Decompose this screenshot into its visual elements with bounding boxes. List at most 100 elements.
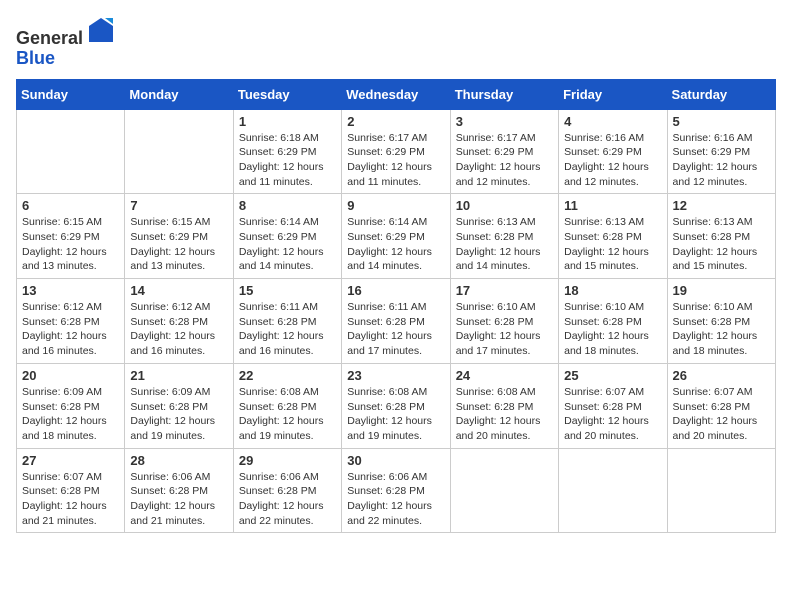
calendar-cell: 3 Sunrise: 6:17 AM Sunset: 6:29 PM Daylig… — [450, 109, 558, 194]
calendar-week-row: 6 Sunrise: 6:15 AM Sunset: 6:29 PM Daylig… — [17, 194, 776, 279]
day-info: Sunrise: 6:14 AM Sunset: 6:29 PM Dayligh… — [239, 215, 336, 274]
weekday-header-tuesday: Tuesday — [233, 79, 341, 109]
weekday-header-monday: Monday — [125, 79, 233, 109]
day-number: 25 — [564, 368, 661, 383]
weekday-header-saturday: Saturday — [667, 79, 775, 109]
day-info: Sunrise: 6:10 AM Sunset: 6:28 PM Dayligh… — [564, 300, 661, 359]
day-info: Sunrise: 6:16 AM Sunset: 6:29 PM Dayligh… — [673, 131, 770, 190]
logo-blue-text: Blue — [16, 48, 55, 68]
calendar-cell: 9 Sunrise: 6:14 AM Sunset: 6:29 PM Daylig… — [342, 194, 450, 279]
weekday-header-friday: Friday — [559, 79, 667, 109]
day-number: 13 — [22, 283, 119, 298]
day-info: Sunrise: 6:08 AM Sunset: 6:28 PM Dayligh… — [347, 385, 444, 444]
calendar-cell: 29 Sunrise: 6:06 AM Sunset: 6:28 PM Dayli… — [233, 448, 341, 533]
day-number: 14 — [130, 283, 227, 298]
day-info: Sunrise: 6:13 AM Sunset: 6:28 PM Dayligh… — [564, 215, 661, 274]
day-number: 19 — [673, 283, 770, 298]
day-number: 20 — [22, 368, 119, 383]
day-info: Sunrise: 6:08 AM Sunset: 6:28 PM Dayligh… — [239, 385, 336, 444]
calendar-cell: 10 Sunrise: 6:13 AM Sunset: 6:28 PM Dayli… — [450, 194, 558, 279]
day-info: Sunrise: 6:13 AM Sunset: 6:28 PM Dayligh… — [456, 215, 553, 274]
day-number: 6 — [22, 198, 119, 213]
logo: General Blue — [16, 16, 115, 69]
day-number: 26 — [673, 368, 770, 383]
page-header: General Blue — [16, 16, 776, 69]
day-info: Sunrise: 6:06 AM Sunset: 6:28 PM Dayligh… — [239, 470, 336, 529]
calendar-week-row: 13 Sunrise: 6:12 AM Sunset: 6:28 PM Dayli… — [17, 279, 776, 364]
day-info: Sunrise: 6:07 AM Sunset: 6:28 PM Dayligh… — [564, 385, 661, 444]
day-number: 8 — [239, 198, 336, 213]
day-number: 10 — [456, 198, 553, 213]
calendar-cell: 2 Sunrise: 6:17 AM Sunset: 6:29 PM Daylig… — [342, 109, 450, 194]
calendar-cell: 22Sunrise: 6:08 AM Sunset: 6:28 PM Dayli… — [233, 363, 341, 448]
day-info: Sunrise: 6:11 AM Sunset: 6:28 PM Dayligh… — [347, 300, 444, 359]
calendar-cell: 14Sunrise: 6:12 AM Sunset: 6:28 PM Dayli… — [125, 279, 233, 364]
weekday-header-row: SundayMondayTuesdayWednesdayThursdayFrid… — [17, 79, 776, 109]
day-info: Sunrise: 6:08 AM Sunset: 6:28 PM Dayligh… — [456, 385, 553, 444]
weekday-header-sunday: Sunday — [17, 79, 125, 109]
day-number: 23 — [347, 368, 444, 383]
day-number: 29 — [239, 453, 336, 468]
calendar-cell: 27 Sunrise: 6:07 AM Sunset: 6:28 PM Dayli… — [17, 448, 125, 533]
calendar-cell: 30 Sunrise: 6:06 AM Sunset: 6:28 PM Dayli… — [342, 448, 450, 533]
day-number: 9 — [347, 198, 444, 213]
day-info: Sunrise: 6:15 AM Sunset: 6:29 PM Dayligh… — [130, 215, 227, 274]
day-info: Sunrise: 6:17 AM Sunset: 6:29 PM Dayligh… — [347, 131, 444, 190]
calendar-cell: 19 Sunrise: 6:10 AM Sunset: 6:28 PM Dayli… — [667, 279, 775, 364]
calendar-cell — [559, 448, 667, 533]
day-number: 15 — [239, 283, 336, 298]
day-number: 4 — [564, 114, 661, 129]
calendar-cell: 11 Sunrise: 6:13 AM Sunset: 6:28 PM Dayli… — [559, 194, 667, 279]
day-number: 28 — [130, 453, 227, 468]
day-number: 27 — [22, 453, 119, 468]
calendar-cell — [450, 448, 558, 533]
day-number: 3 — [456, 114, 553, 129]
calendar-cell: 5 Sunrise: 6:16 AM Sunset: 6:29 PM Daylig… — [667, 109, 775, 194]
day-info: Sunrise: 6:17 AM Sunset: 6:29 PM Dayligh… — [456, 131, 553, 190]
day-info: Sunrise: 6:14 AM Sunset: 6:29 PM Dayligh… — [347, 215, 444, 274]
calendar-cell — [17, 109, 125, 194]
calendar-cell: 23 Sunrise: 6:08 AM Sunset: 6:28 PM Dayli… — [342, 363, 450, 448]
calendar-cell: 25 Sunrise: 6:07 AM Sunset: 6:28 PM Dayli… — [559, 363, 667, 448]
calendar-cell: 16 Sunrise: 6:11 AM Sunset: 6:28 PM Dayli… — [342, 279, 450, 364]
day-info: Sunrise: 6:06 AM Sunset: 6:28 PM Dayligh… — [347, 470, 444, 529]
day-number: 7 — [130, 198, 227, 213]
day-number: 18 — [564, 283, 661, 298]
calendar-cell: 6 Sunrise: 6:15 AM Sunset: 6:29 PM Daylig… — [17, 194, 125, 279]
calendar-cell — [125, 109, 233, 194]
calendar-cell: 8 Sunrise: 6:14 AM Sunset: 6:29 PM Daylig… — [233, 194, 341, 279]
day-number: 12 — [673, 198, 770, 213]
day-info: Sunrise: 6:10 AM Sunset: 6:28 PM Dayligh… — [673, 300, 770, 359]
calendar-cell — [667, 448, 775, 533]
calendar-cell: 17 Sunrise: 6:10 AM Sunset: 6:28 PM Dayli… — [450, 279, 558, 364]
calendar-cell: 1Sunrise: 6:18 AM Sunset: 6:29 PM Daylig… — [233, 109, 341, 194]
calendar-cell: 18 Sunrise: 6:10 AM Sunset: 6:28 PM Dayli… — [559, 279, 667, 364]
calendar-cell: 26Sunrise: 6:07 AM Sunset: 6:28 PM Dayli… — [667, 363, 775, 448]
weekday-header-wednesday: Wednesday — [342, 79, 450, 109]
day-info: Sunrise: 6:15 AM Sunset: 6:29 PM Dayligh… — [22, 215, 119, 274]
calendar-cell: 7 Sunrise: 6:15 AM Sunset: 6:29 PM Daylig… — [125, 194, 233, 279]
calendar-cell: 21Sunrise: 6:09 AM Sunset: 6:28 PM Dayli… — [125, 363, 233, 448]
day-number: 5 — [673, 114, 770, 129]
day-number: 16 — [347, 283, 444, 298]
day-info: Sunrise: 6:12 AM Sunset: 6:28 PM Dayligh… — [22, 300, 119, 359]
calendar-cell: 4 Sunrise: 6:16 AM Sunset: 6:29 PM Daylig… — [559, 109, 667, 194]
calendar-cell: 15Sunrise: 6:11 AM Sunset: 6:28 PM Dayli… — [233, 279, 341, 364]
calendar-table: SundayMondayTuesdayWednesdayThursdayFrid… — [16, 79, 776, 534]
logo-icon — [87, 16, 115, 44]
day-info: Sunrise: 6:07 AM Sunset: 6:28 PM Dayligh… — [22, 470, 119, 529]
day-info: Sunrise: 6:10 AM Sunset: 6:28 PM Dayligh… — [456, 300, 553, 359]
day-number: 2 — [347, 114, 444, 129]
calendar-cell: 28 Sunrise: 6:06 AM Sunset: 6:28 PM Dayli… — [125, 448, 233, 533]
day-info: Sunrise: 6:06 AM Sunset: 6:28 PM Dayligh… — [130, 470, 227, 529]
calendar-cell: 13 Sunrise: 6:12 AM Sunset: 6:28 PM Dayli… — [17, 279, 125, 364]
weekday-header-thursday: Thursday — [450, 79, 558, 109]
day-info: Sunrise: 6:16 AM Sunset: 6:29 PM Dayligh… — [564, 131, 661, 190]
day-number: 11 — [564, 198, 661, 213]
day-info: Sunrise: 6:13 AM Sunset: 6:28 PM Dayligh… — [673, 215, 770, 274]
day-info: Sunrise: 6:09 AM Sunset: 6:28 PM Dayligh… — [130, 385, 227, 444]
day-info: Sunrise: 6:09 AM Sunset: 6:28 PM Dayligh… — [22, 385, 119, 444]
day-number: 17 — [456, 283, 553, 298]
day-number: 30 — [347, 453, 444, 468]
calendar-week-row: 20 Sunrise: 6:09 AM Sunset: 6:28 PM Dayli… — [17, 363, 776, 448]
